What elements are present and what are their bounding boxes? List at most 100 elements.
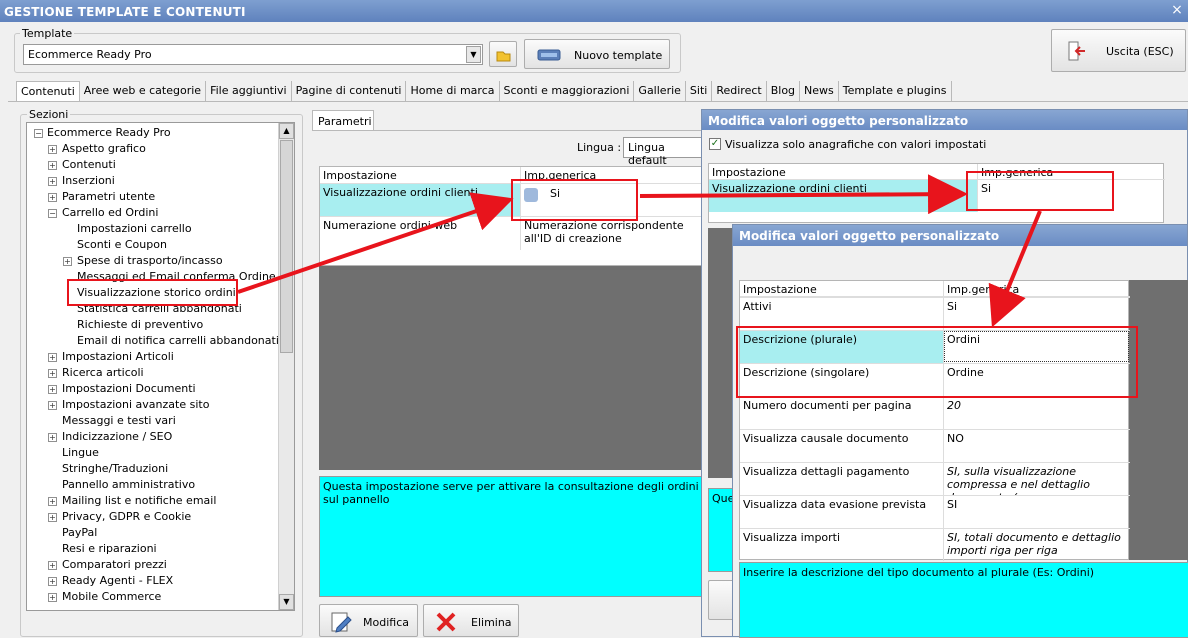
tree-item[interactable]: Resi e riparazioni [62,541,157,557]
tree-scrollbar[interactable]: ▲ ▼ [278,123,294,610]
scroll-thumb[interactable] [280,140,293,353]
tree-item[interactable]: Pannello amministrativo [62,477,195,493]
params-empty-area [319,266,705,470]
tab-blog[interactable]: Blog [766,81,801,101]
tab-news[interactable]: News [800,81,839,101]
annotation-box [736,326,1138,398]
collapse-icon[interactable]: − [48,209,57,218]
dialog1-row-name[interactable]: Visualizzazione ordini clienti [709,180,977,212]
dialog2-row-value[interactable]: SI, sulla visualizzazione compressa e ne… [943,462,1130,495]
expand-icon[interactable]: + [48,513,57,522]
tree-item[interactable]: Parametri utente [62,189,155,205]
tree-item[interactable]: Ricerca articoli [62,365,144,381]
col-generic-header: Imp.generica [943,281,1130,297]
expand-icon[interactable]: + [48,161,57,170]
tree-item[interactable]: Ready Agenti - FLEX [62,573,173,589]
tree-item[interactable]: Mobile Commerce [62,589,161,605]
expand-icon[interactable]: + [63,257,72,266]
tree-item[interactable]: Inserzioni [62,173,115,189]
tree-item[interactable]: Aspetto grafico [62,141,146,157]
tab-parametri[interactable]: Parametri [312,110,374,131]
tree-item[interactable]: Impostazioni avanzate sito [62,397,209,413]
tab-home-marca[interactable]: Home di marca [406,81,500,101]
tree-item[interactable]: Email di notifica carrelli abbandonati [77,333,279,349]
dialog2-row-name[interactable]: Numero documenti per pagina [740,396,943,429]
exit-icon [1068,41,1085,61]
checkbox[interactable]: ✓ [709,138,721,150]
expand-icon[interactable]: + [48,177,57,186]
lingua-label: Lingua : [577,141,622,154]
tree-item[interactable]: Sconti e Coupon [77,237,167,253]
dialog2-grid[interactable]: Impostazione Imp.generica Attivi Si Descri… [739,280,1130,561]
template-select[interactable]: Ecommerce Ready Pro ▼ [23,44,483,65]
dialog2-row-value[interactable]: 20 [943,396,1130,429]
expand-icon[interactable]: + [48,369,57,378]
expand-icon[interactable]: + [48,497,57,506]
dialog2-row-name[interactable]: Visualizza causale documento [740,429,943,462]
tree-item[interactable]: Stringhe/Traduzioni [62,461,168,477]
tree-item[interactable]: Spese di trasporto/incasso [77,253,223,269]
scroll-down-icon[interactable]: ▼ [279,594,294,610]
dialog2-row-value[interactable]: SI [943,495,1130,528]
expand-icon[interactable]: + [48,577,57,586]
dialog2-row-name[interactable]: Visualizza data evasione prevista [740,495,943,528]
tree-item[interactable]: Carrello ed Ordini [62,205,158,221]
tab-aree-web[interactable]: Aree web e categorie [79,81,207,101]
dialog2-row-name[interactable]: Visualizza dettagli pagamento [740,462,943,495]
tree-item[interactable]: Contenuti [62,157,116,173]
tab-file-aggiuntivi[interactable]: File aggiuntivi [206,81,292,101]
expand-icon[interactable]: + [48,401,57,410]
tree-item[interactable]: Lingue [62,445,99,461]
new-template-button[interactable]: Nuovo template [524,39,670,69]
dialog2-row-value[interactable]: NO [943,429,1130,462]
dialog2-row-name[interactable]: Visualizza importi [740,528,943,561]
tree-item[interactable]: Privacy, GDPR e Cookie [62,509,191,525]
template-value: Ecommerce Ready Pro [28,48,152,61]
tree-item[interactable]: Mailing list e notifiche email [62,493,216,509]
open-folder-button[interactable] [489,41,517,67]
tree-item[interactable]: Impostazioni carrello [77,221,192,237]
expand-icon[interactable]: + [48,561,57,570]
expand-icon[interactable]: + [48,385,57,394]
chevron-down-icon[interactable]: ▼ [466,46,481,63]
scroll-up-icon[interactable]: ▲ [279,123,294,139]
tree-item[interactable]: Richieste di preventivo [77,317,203,333]
tab-redirect[interactable]: Redirect [712,81,767,101]
tree-item[interactable]: Impostazioni Articoli [62,349,174,365]
tree-item[interactable]: Indicizzazione / SEO [62,429,172,445]
expand-icon[interactable]: + [48,353,57,362]
tab-gallerie[interactable]: Gallerie [634,81,686,101]
expand-icon[interactable]: + [48,145,57,154]
dialog2-row-value[interactable]: SI, totali documento e dettaglio importi… [943,528,1130,561]
tab-pagine-contenuti[interactable]: Pagine di contenuti [291,81,407,101]
tree-item[interactable]: Messaggi e testi vari [62,413,176,429]
window-title: GESTIONE TEMPLATE E CONTENUTI [0,0,1188,22]
delete-button[interactable]: Elimina [423,604,519,637]
param-row-value[interactable]: Numerazione corrispondente all'ID di cre… [520,216,706,250]
tab-template-plugins[interactable]: Template e plugins [838,81,952,101]
dialog2-title: Modifica valori oggetto personalizzato [733,225,1187,246]
close-icon[interactable]: × [1166,0,1188,22]
collapse-icon[interactable]: − [34,129,43,138]
lingua-select[interactable]: Lingua default [623,137,705,167]
tab-sconti[interactable]: Sconti e maggiorazioni [499,81,635,101]
expand-icon[interactable]: + [48,433,57,442]
expand-icon[interactable]: + [48,593,57,602]
exit-button[interactable]: Uscita (ESC) [1051,29,1186,72]
folder-icon [496,51,511,62]
param-row-name[interactable]: Visualizzazione ordini clienti [320,184,520,216]
tree-item[interactable]: PayPal [62,525,97,541]
param-row-name[interactable]: Numerazione ordini web [320,216,520,250]
tree-item[interactable]: Comparatori prezzi [62,557,167,573]
tab-contenuti[interactable]: Contenuti [16,81,80,101]
tab-siti[interactable]: Siti [685,81,713,101]
expand-icon[interactable]: + [48,193,57,202]
tree-item[interactable]: Impostazioni Documenti [62,381,196,397]
modify-button[interactable]: Modifica [319,604,418,637]
modify-label: Modifica [363,616,409,629]
new-template-label: Nuovo template [574,49,663,62]
tree-root[interactable]: Ecommerce Ready Pro [47,125,171,141]
sections-tree[interactable]: − Ecommerce Ready Pro + Aspetto grafico + C… [26,122,295,611]
sections-label: Sezioni [27,108,71,121]
dialog1-title: Modifica valori oggetto personalizzato [702,110,1187,130]
